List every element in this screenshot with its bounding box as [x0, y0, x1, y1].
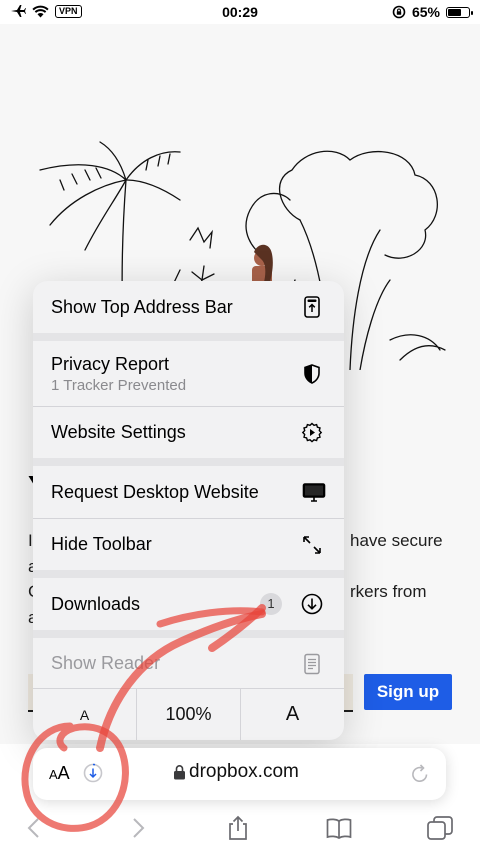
zoom-level[interactable]: 100%: [137, 689, 241, 740]
downloads-count-badge: 1: [260, 593, 282, 615]
menu-item-hide-toolbar[interactable]: Hide Toolbar: [33, 519, 344, 570]
page-menu: Show Top Address Bar Privacy Report 1 Tr…: [33, 281, 344, 740]
website-settings-icon: [301, 422, 323, 443]
address-bar[interactable]: AA dropbox.com: [33, 748, 446, 800]
page-text-line3-right: rkers from: [350, 582, 427, 601]
menu-item-show-reader: Show Reader: [33, 638, 344, 689]
orientation-lock-icon: [392, 5, 406, 19]
top-address-bar-icon: [304, 296, 320, 318]
page-text-line1-right: have secure: [350, 531, 443, 550]
tabs-icon[interactable]: [426, 814, 454, 842]
menu-item-label: Hide Toolbar: [51, 534, 152, 554]
share-icon[interactable]: [224, 814, 252, 842]
zoom-controls: A 100% A: [33, 689, 344, 740]
forward-icon[interactable]: [124, 814, 152, 842]
battery-level: [448, 8, 461, 16]
status-right: 65%: [392, 4, 473, 20]
menu-item-show-top-address-bar[interactable]: Show Top Address Bar: [33, 281, 344, 333]
menu-item-request-desktop-website[interactable]: Request Desktop Website: [33, 466, 344, 518]
menu-item-label: Show Reader: [51, 653, 161, 673]
bookmarks-icon[interactable]: [325, 814, 353, 842]
privacy-shield-icon: [304, 363, 320, 384]
lock-icon: [174, 765, 185, 780]
menu-item-label: Privacy Report: [51, 353, 170, 374]
back-icon[interactable]: [20, 814, 48, 842]
battery-icon: [446, 6, 473, 18]
menu-item-privacy-report[interactable]: Privacy Report 1 Tracker Prevented: [33, 341, 344, 406]
aa-large-letter: A: [57, 763, 70, 783]
menu-item-label: Downloads: [51, 593, 141, 614]
bottom-toolbar: [0, 806, 480, 853]
battery-percent: 65%: [411, 4, 440, 20]
aa-small-letter: A: [49, 767, 58, 782]
download-progress-icon[interactable]: [83, 763, 103, 783]
menu-item-website-settings[interactable]: Website Settings: [33, 407, 344, 458]
status-bar: VPN 00:29 65%: [0, 0, 480, 24]
reader-icon: [304, 653, 320, 674]
menu-item-label: Show Top Address Bar: [51, 296, 233, 317]
desktop-icon: [302, 483, 326, 502]
menu-item-label: Website Settings: [51, 422, 186, 442]
expand-arrows-icon: [303, 535, 321, 554]
zoom-increase-button[interactable]: A: [241, 689, 344, 740]
url-text: dropbox.com: [189, 761, 299, 782]
page-settings-button[interactable]: AA: [49, 763, 70, 784]
download-icon: [301, 593, 323, 615]
zoom-decrease-button[interactable]: A: [33, 689, 137, 740]
menu-item-label: Request Desktop Website: [51, 481, 259, 502]
signup-button[interactable]: Sign up: [364, 674, 452, 710]
menu-item-sublabel: 1 Tracker Prevented: [51, 376, 187, 394]
reload-icon[interactable]: [410, 763, 430, 785]
menu-item-downloads[interactable]: Downloads 1: [33, 578, 344, 630]
url-field[interactable]: dropbox.com: [173, 761, 299, 783]
